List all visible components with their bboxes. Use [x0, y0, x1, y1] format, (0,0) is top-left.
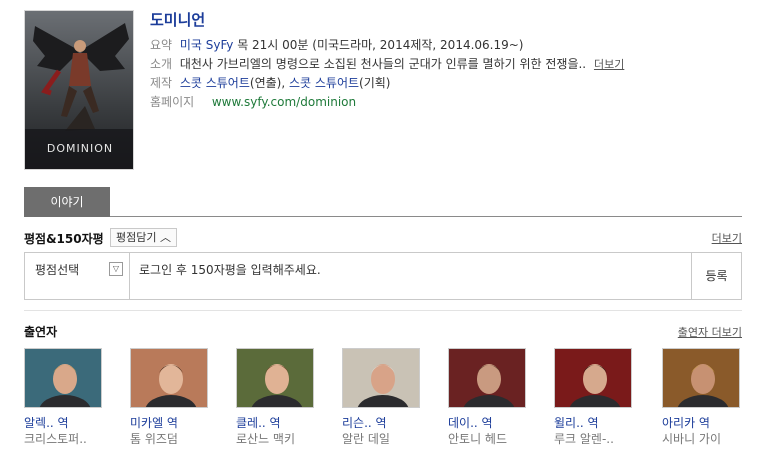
- cast-photo[interactable]: [342, 348, 420, 408]
- cast-role[interactable]: 데이.. 역: [448, 415, 528, 431]
- rating-sort-button[interactable]: 평점담기 ︿: [110, 228, 177, 247]
- rating-header: 평점&150자평 평점담기 ︿ 더보기: [24, 228, 742, 248]
- summary-label: 요약: [150, 38, 173, 52]
- intro-text: 대천사 가브리엘의 명령으로 소집된 천사들의 군대가 인류를 멸하기 위한 전…: [179, 57, 587, 71]
- rating-select-label: 평점선택: [35, 263, 80, 277]
- submit-button[interactable]: 등록: [691, 253, 741, 299]
- cast-actor[interactable]: 로산느 맥키: [236, 431, 316, 447]
- cast-member[interactable]: 아리카 역 시바니 가이: [662, 348, 742, 447]
- cast-actor[interactable]: 시바니 가이: [662, 431, 742, 447]
- cast-role[interactable]: 미카엘 역: [130, 415, 210, 431]
- intro-label: 소개: [150, 57, 173, 71]
- production-person-1[interactable]: 스콧 스튜어트: [180, 76, 250, 90]
- homepage-link[interactable]: www.syfy.com/dominion: [212, 95, 356, 109]
- summary-country-channel[interactable]: 미국 SyFy: [180, 38, 234, 52]
- rating-heading: 평점&150자평: [24, 232, 104, 246]
- chevron-up-icon: ︿: [159, 231, 171, 244]
- cast-member[interactable]: 미카엘 역 톰 위즈덤: [130, 348, 210, 447]
- chevron-down-icon[interactable]: ▽: [109, 262, 123, 276]
- homepage-label: 홈페이지: [150, 95, 195, 109]
- rating-more-link[interactable]: 더보기: [712, 230, 742, 246]
- cast-role[interactable]: 윌리.. 역: [554, 415, 634, 431]
- cast-member[interactable]: 데이.. 역 안토니 헤드: [448, 348, 528, 447]
- cast-role[interactable]: 리슨.. 역: [342, 415, 422, 431]
- cast-photo[interactable]: [130, 348, 208, 408]
- cast-photo[interactable]: [554, 348, 632, 408]
- tab-story[interactable]: 이야기: [24, 187, 110, 217]
- cast-actor[interactable]: 루크 알렌-..: [554, 431, 634, 447]
- rating-sort-label: 평점담기: [116, 231, 157, 244]
- cast-member[interactable]: 알렉.. 역 크리스토퍼..: [24, 348, 104, 447]
- intro-more-link[interactable]: 더보기: [594, 58, 624, 71]
- production-separator: ,: [281, 76, 289, 90]
- show-info: 도미니언 요약 미국 SyFy 목 21시 00분 (미국드라마, 2014제작…: [150, 10, 740, 112]
- cast-more-link[interactable]: 출연자 더보기: [678, 324, 742, 340]
- intro-row: 소개 대천사 가브리엘의 명령으로 소집된 천사들의 군대가 인류를 멸하기 위…: [150, 55, 740, 74]
- production-role-2: (기획): [359, 76, 391, 90]
- cast-member[interactable]: 클레.. 역 로산느 맥키: [236, 348, 316, 447]
- cast-role[interactable]: 알렉.. 역: [24, 415, 104, 431]
- cast-header: 출연자 출연자 더보기: [24, 322, 742, 340]
- production-row: 제작 스콧 스튜어트(연출), 스콧 스튜어트(기획): [150, 74, 740, 93]
- production-label: 제작: [150, 76, 173, 90]
- cast-heading: 출연자: [24, 325, 58, 339]
- cast-photo[interactable]: [236, 348, 314, 408]
- cast-member[interactable]: 리슨.. 역 알란 데일: [342, 348, 422, 447]
- review-form: 평점선택 ▽ 로그인 후 150자평을 입력해주세요. 등록: [24, 252, 742, 300]
- poster-title: DOMINION: [47, 142, 113, 155]
- homepage-row: 홈페이지 www.syfy.com/dominion: [150, 93, 740, 112]
- cast-photo[interactable]: [448, 348, 526, 408]
- show-title[interactable]: 도미니언: [150, 10, 740, 30]
- cast-role[interactable]: 클레.. 역: [236, 415, 316, 431]
- cast-actor[interactable]: 크리스토퍼..: [24, 431, 104, 447]
- cast-actor[interactable]: 톰 위즈덤: [130, 431, 210, 447]
- cast-role[interactable]: 아리카 역: [662, 415, 742, 431]
- production-person-2[interactable]: 스콧 스튜어트: [289, 76, 359, 90]
- cast-photo[interactable]: [24, 348, 102, 408]
- cast-member[interactable]: 윌리.. 역 루크 알렌-..: [554, 348, 634, 447]
- tab-bar: 이야기: [24, 187, 742, 217]
- rating-select[interactable]: 평점선택 ▽: [25, 253, 130, 299]
- review-input[interactable]: 로그인 후 150자평을 입력해주세요.: [139, 261, 321, 278]
- summary-row: 요약 미국 SyFy 목 21시 00분 (미국드라마, 2014제작, 201…: [150, 36, 740, 55]
- cast-actor[interactable]: 알란 데일: [342, 431, 422, 447]
- cast-actor[interactable]: 안토니 헤드: [448, 431, 528, 447]
- summary-detail: 목 21시 00분 (미국드라마, 2014제작, 2014.06.19~): [237, 38, 524, 52]
- section-divider: [24, 310, 742, 311]
- production-role-1: (연출): [249, 76, 282, 90]
- show-poster[interactable]: DOMINION: [24, 10, 134, 170]
- cast-photo[interactable]: [662, 348, 740, 408]
